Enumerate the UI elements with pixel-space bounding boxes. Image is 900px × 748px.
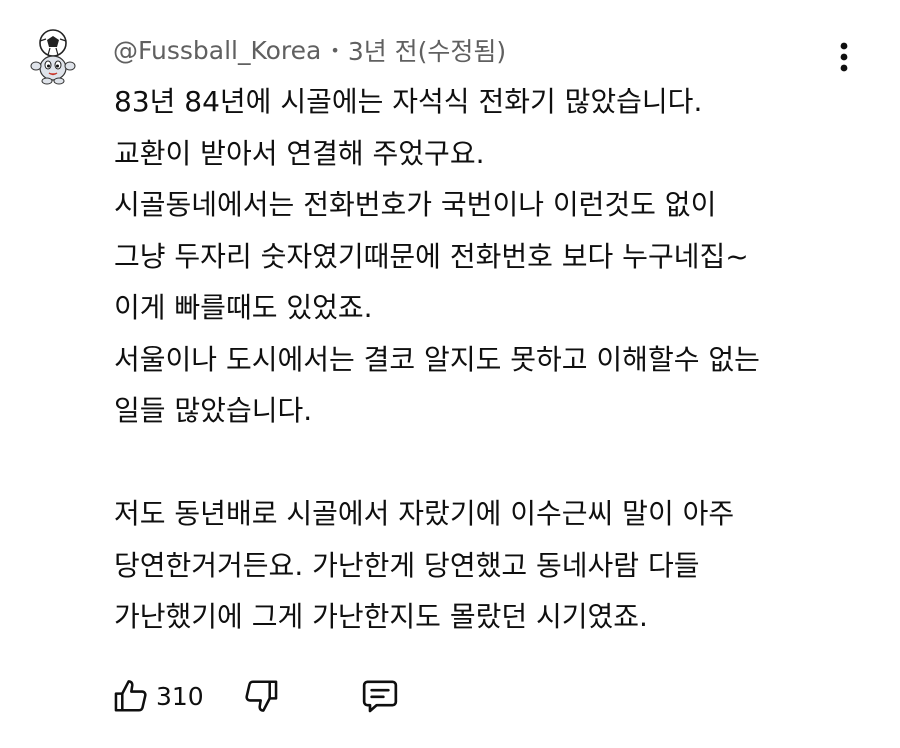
comment-line: 그냥 두자리 숫자였기때문에 전화번호 보다 누구네집~ (114, 239, 749, 273)
comment-line: 서울이나 도시에서는 결코 알지도 못하고 이해할수 없는 (114, 342, 760, 376)
comment-line: 가난했기에 그게 가난한지도 몰랐던 시기였죠. (114, 600, 648, 633)
author-handle[interactable]: @Fussball_Korea (113, 36, 321, 65)
avatar[interactable] (22, 24, 84, 86)
comment-line: 이게 빠를때도 있었죠. (114, 291, 373, 324)
comment-line: 저도 동년배로 시골에서 자랐기에 이수근씨 말이 아주 (114, 497, 735, 530)
comment-line: 83년 84년에 시골에는 자석식 전화기 많았습니다. (114, 85, 703, 118)
comment-actions: 310 (112, 672, 400, 720)
thumbs-down-icon (245, 680, 278, 712)
comment-meta: @Fussball_Korea • 3년 전(수정됨) (113, 30, 506, 70)
reply-button[interactable] (360, 676, 400, 716)
comment-timestamp: 3년 전(수정됨) (347, 37, 507, 66)
comment-body: 83년 84년에 시골에는 자석식 전화기 많았습니다. 교환이 받아서 연결해… (114, 76, 854, 643)
comment-line: 일들 많았습니다. (114, 394, 313, 427)
soccer-ball-mascot-icon (30, 29, 76, 85)
thumbs-up-icon (114, 680, 147, 712)
more-vertical-icon (840, 42, 848, 72)
comment-line: 교환이 받아서 연결해 주었구요. (114, 136, 485, 170)
meta-separator: • (330, 40, 340, 60)
comment-line: 당연한거거든요. 가난한게 당연했고 동네사람 다들 (114, 548, 700, 582)
reply-comment-icon (362, 680, 397, 713)
comment-line: 시골동네에서는 전화번호가 국번이나 이런것도 없이 (114, 188, 717, 221)
like-count: 310 (156, 681, 204, 711)
comment-menu-button[interactable] (829, 40, 859, 76)
dislike-button[interactable] (242, 676, 280, 716)
like-button[interactable]: 310 (112, 676, 204, 716)
